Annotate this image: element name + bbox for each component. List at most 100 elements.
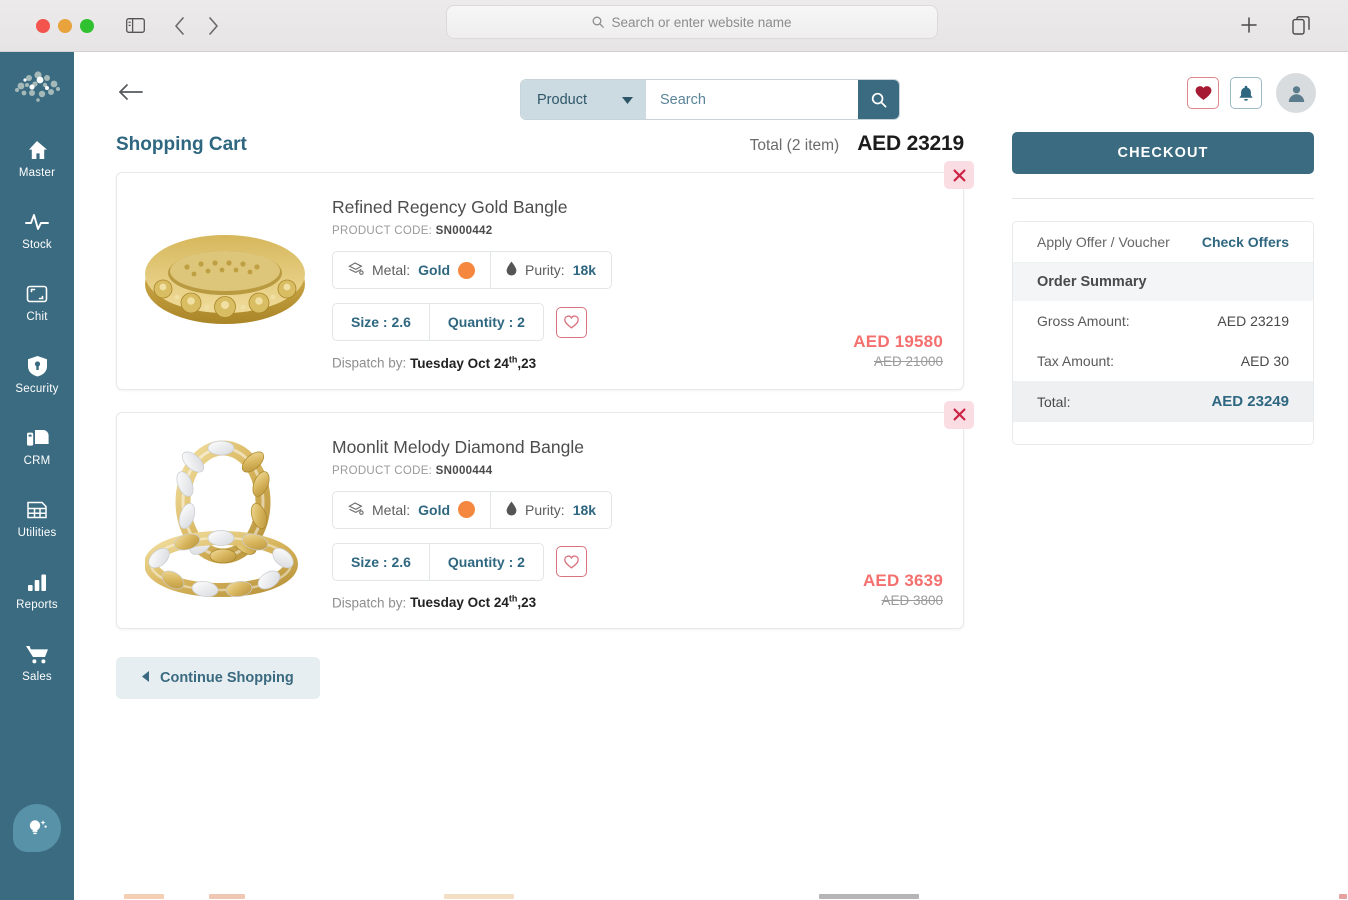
check-offers-link[interactable]: Check Offers: [1202, 234, 1289, 250]
cart-item-details: Moonlit Melody Diamond Bangle PRODUCT CO…: [332, 431, 943, 611]
attribute-chip-row: Metal: Gold Purity: 18k: [332, 490, 943, 529]
search-category-value: Product: [537, 91, 587, 108]
shield-icon: [25, 354, 49, 378]
purity-chip[interactable]: Purity: 18k: [490, 491, 611, 528]
purity-label: Purity:: [525, 501, 565, 518]
search-category-select[interactable]: Product: [521, 80, 646, 119]
gross-amount-label: Gross Amount:: [1037, 313, 1130, 329]
heart-icon: [1195, 86, 1211, 100]
droplet-icon: [506, 501, 517, 519]
cart-content: Shopping Cart Total (2 item) AED 23219 R…: [74, 132, 1348, 699]
move-to-wishlist-button[interactable]: [555, 546, 587, 577]
user-icon: [1288, 85, 1304, 102]
remove-item-button[interactable]: [944, 400, 974, 429]
close-window-button[interactable]: [36, 18, 50, 33]
summary-row-total: Total: AED 23249: [1013, 381, 1313, 422]
option-row: Size : 2.6 Quantity : 2: [332, 542, 943, 581]
search-submit-button[interactable]: [858, 80, 899, 119]
chit-frame-icon: [25, 282, 49, 306]
product-image: [117, 431, 332, 611]
total-label: Total:: [1037, 393, 1071, 410]
browser-back-chevron-icon[interactable]: [166, 13, 192, 39]
app-header: Product: [74, 52, 1348, 132]
metal-color-swatch: [458, 501, 476, 518]
metal-stack-icon: [348, 501, 364, 519]
sidebar-item-utilities[interactable]: Utilities: [0, 489, 74, 548]
sidebar-item-sales[interactable]: Sales: [0, 633, 74, 692]
sidebar-item-chit[interactable]: Chit: [0, 273, 74, 332]
lightbulb-tips-button[interactable]: [13, 804, 61, 852]
sidebar-item-stock[interactable]: Stock: [0, 201, 74, 260]
browser-forward-chevron-icon[interactable]: [200, 13, 226, 39]
quantity-option[interactable]: Quantity : 2: [428, 304, 543, 340]
pulse-icon: [25, 210, 49, 234]
bubble-cloud-logo-icon[interactable]: [11, 66, 63, 107]
browser-url-bar[interactable]: Search or enter website name: [446, 5, 938, 39]
remove-item-button[interactable]: [944, 161, 974, 189]
sidebar-item-security[interactable]: Security: [0, 345, 74, 404]
metal-value: Gold: [418, 501, 451, 518]
purity-chip[interactable]: Purity: 18k: [490, 252, 611, 288]
product-original-price: AED 21000: [873, 353, 943, 369]
droplet-icon: [506, 261, 517, 279]
product-name: Moonlit Melody Diamond Bangle: [332, 436, 584, 457]
url-placeholder-text: Search or enter website name: [611, 14, 792, 30]
order-panel: CHECKOUT Apply Offer / Voucher Check Off…: [1012, 132, 1314, 445]
dispatch-date: Tuesday Oct 24: [410, 355, 509, 371]
continue-shopping-label: Continue Shopping: [160, 670, 294, 686]
search-icon: [871, 92, 886, 107]
product-code-value: SN000444: [435, 464, 493, 477]
sidebar-label-utilities: Utilities: [17, 527, 57, 539]
search-input[interactable]: [646, 80, 858, 119]
dispatch-year: ,23: [517, 595, 537, 610]
cart-item-details: Refined Regency Gold Bangle PRODUCT CODE…: [332, 191, 943, 371]
home-icon: [25, 138, 49, 162]
app-content: Product Search Shopping Cart Total (2 it…: [74, 52, 1348, 900]
sidebar-label-security: Security: [15, 383, 59, 395]
heart-outline-icon: [564, 315, 579, 329]
summary-row-gross: Gross Amount: AED 23219: [1013, 301, 1313, 341]
notifications-button[interactable]: [1230, 77, 1262, 109]
wishlist-button[interactable]: [1187, 77, 1219, 109]
maximize-window-button[interactable]: [80, 18, 94, 33]
sidebar-toggle-icon[interactable]: [122, 13, 148, 39]
browser-right-controls: [1236, 12, 1314, 38]
purity-label: Purity:: [525, 262, 565, 278]
lightbulb-tips-icon: [29, 820, 47, 835]
account-avatar[interactable]: [1276, 73, 1316, 113]
app-sidebar: Master Stock Chit Security CRM Utilities…: [0, 52, 74, 900]
checkout-button[interactable]: CHECKOUT: [1012, 132, 1314, 174]
order-summary-title: Order Summary: [1013, 263, 1313, 301]
dispatch-label: Dispatch by:: [332, 595, 407, 610]
summary-footer-space: [1013, 422, 1313, 444]
size-option[interactable]: Size : 2.6: [333, 304, 429, 340]
quantity-option[interactable]: Quantity : 2: [428, 543, 543, 580]
product-price: AED 3639: [862, 571, 943, 590]
size-option[interactable]: Size : 2.6: [333, 544, 429, 580]
tax-amount-value: AED 30: [1240, 353, 1289, 369]
metal-label: Metal:: [372, 262, 411, 278]
product-code-value: SN000442: [435, 225, 493, 237]
voucher-row: Apply Offer / Voucher Check Offers: [1013, 222, 1313, 263]
metal-chip[interactable]: Metal: Gold: [333, 252, 490, 288]
attribute-chip-row: Metal: Gold Purity: 18k: [332, 251, 943, 289]
sidebar-item-crm[interactable]: CRM: [0, 417, 74, 476]
price-block: AED 3639 AED 3800: [863, 571, 943, 608]
header-actions: [1187, 73, 1316, 113]
minimize-window-button[interactable]: [58, 18, 72, 33]
close-icon: [953, 169, 965, 181]
metal-value: Gold: [418, 262, 451, 278]
metal-chip[interactable]: Metal: Gold: [333, 492, 490, 528]
voucher-label: Apply Offer / Voucher: [1037, 234, 1170, 250]
back-arrow-icon[interactable]: [116, 77, 146, 107]
dispatch-info: Dispatch by: Tuesday Oct 24th,23: [332, 594, 943, 611]
tab-overview-icon[interactable]: [1288, 12, 1314, 38]
sidebar-label-reports: Reports: [16, 599, 58, 611]
sidebar-item-master[interactable]: Master: [0, 129, 74, 188]
dispatch-date: Tuesday Oct 24: [410, 595, 509, 610]
new-tab-plus-icon[interactable]: [1236, 12, 1262, 38]
continue-shopping-button[interactable]: Continue Shopping: [116, 657, 320, 699]
sidebar-item-reports[interactable]: Reports: [0, 561, 74, 620]
page-bottom-bleed: [74, 890, 1348, 900]
move-to-wishlist-button[interactable]: [555, 306, 587, 338]
